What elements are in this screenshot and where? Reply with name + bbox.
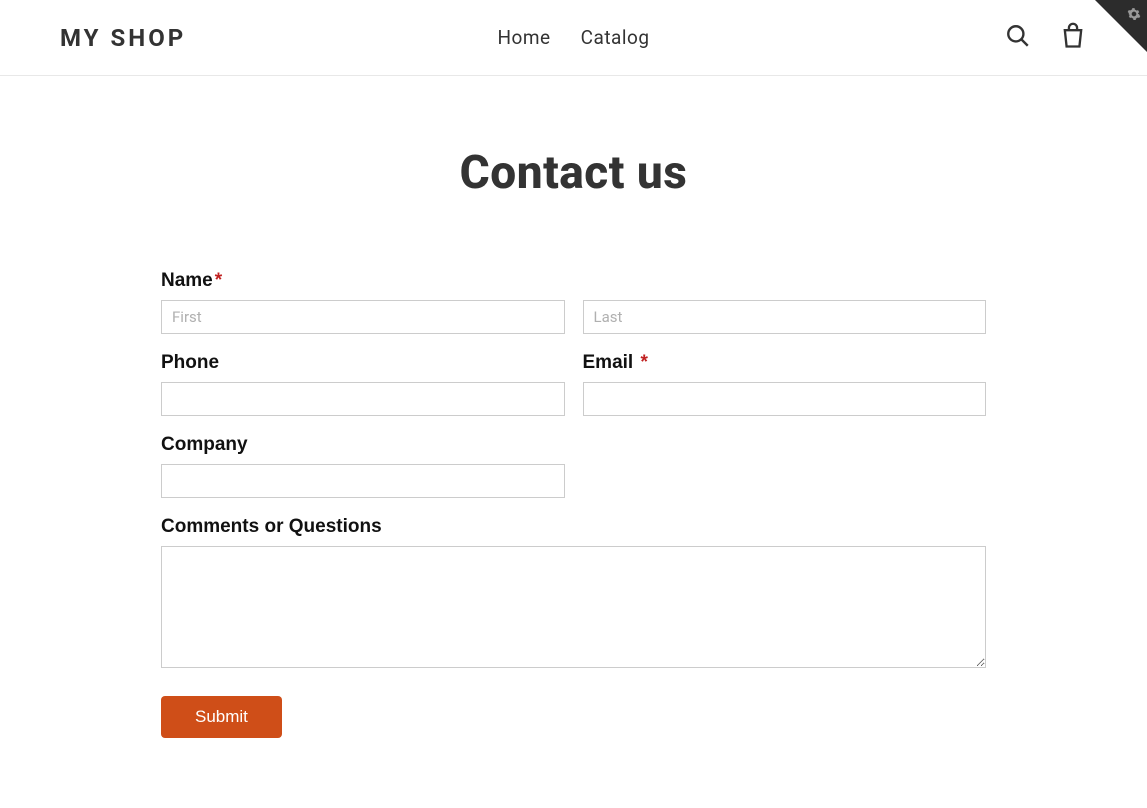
search-button[interactable] (1005, 23, 1031, 52)
header-icons (1005, 22, 1087, 53)
comments-label: Comments or Questions (161, 516, 986, 538)
last-name-input[interactable] (583, 300, 987, 334)
nav-home[interactable]: Home (497, 26, 550, 49)
search-icon (1005, 23, 1031, 52)
email-label: Email * (583, 352, 987, 374)
company-label: Company (161, 434, 565, 456)
contact-form: Name* Phone Email * Company Comments or … (161, 270, 986, 768)
required-mark: * (640, 352, 647, 373)
settings-corner-tab[interactable] (1095, 0, 1147, 52)
gear-icon (1127, 6, 1141, 25)
phone-label: Phone (161, 352, 565, 374)
name-label: Name* (161, 270, 986, 292)
main-nav: Home Catalog (497, 26, 649, 49)
required-mark: * (215, 270, 222, 291)
site-header: MY SHOP Home Catalog (0, 0, 1147, 76)
email-input[interactable] (583, 382, 987, 416)
nav-catalog[interactable]: Catalog (581, 26, 650, 49)
page-title: Contact us (0, 146, 1147, 200)
company-input[interactable] (161, 464, 565, 498)
submit-button[interactable]: Submit (161, 696, 282, 738)
cart-button[interactable] (1059, 22, 1087, 53)
phone-input[interactable] (161, 382, 565, 416)
cart-icon (1059, 22, 1087, 53)
first-name-input[interactable] (161, 300, 565, 334)
comments-textarea[interactable] (161, 546, 986, 668)
shop-logo[interactable]: MY SHOP (60, 24, 186, 52)
